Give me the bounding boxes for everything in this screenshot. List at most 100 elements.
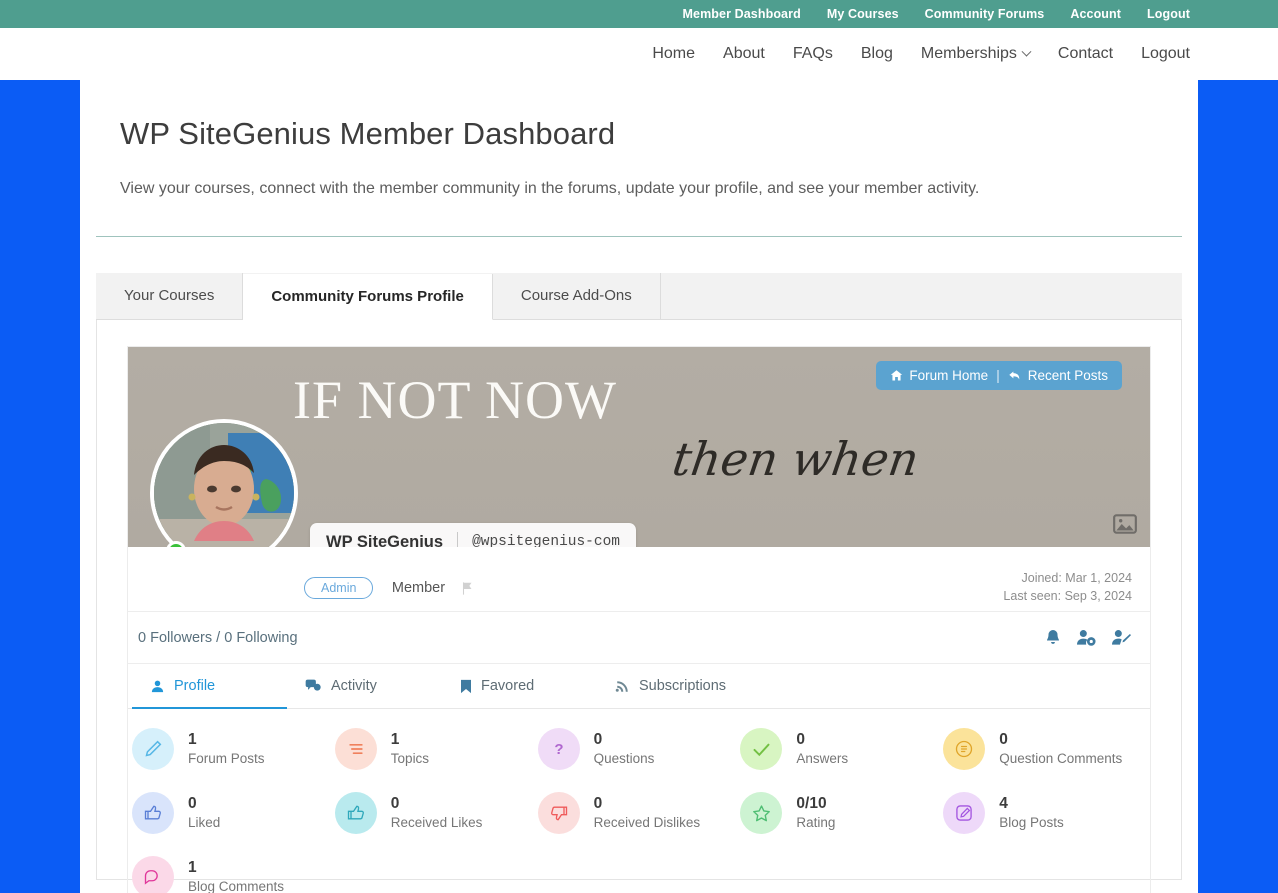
stat-text: 0 Received Dislikes (594, 794, 701, 832)
bell-icon[interactable] (1044, 628, 1062, 647)
profile-subtabs: Profile Activity Favored Subscriptions (128, 664, 1150, 709)
tab-community-forums-profile[interactable]: Community Forums Profile (243, 274, 493, 320)
utility-link-account[interactable]: Account (1070, 7, 1121, 21)
stat-liked: 0 Liked (132, 787, 335, 839)
quick-links-separator: | (996, 368, 1000, 383)
tab-course-add-ons[interactable]: Course Add-Ons (492, 273, 661, 319)
stat-value: 1 (188, 859, 197, 876)
stat-label: Blog Posts (999, 815, 1064, 830)
nav-item-memberships[interactable]: Memberships (920, 45, 1032, 63)
stat-text: 4 Blog Posts (999, 794, 1064, 832)
profile-cover-banner: IF NOT NOW then when Forum Home | Recent… (128, 347, 1150, 547)
stat-value: 0 (593, 731, 603, 748)
stat-rating: 0/10 Rating (740, 787, 943, 839)
star-icon (740, 792, 783, 834)
subtab-favored-label: Favored (481, 678, 535, 694)
chat-icon (132, 856, 174, 893)
stat-text: 1 Blog Comments (188, 858, 284, 893)
profile-stats-grid: 1 Forum Posts 1 Topics ? 0 Questions 0 A… (128, 709, 1150, 893)
joined-date: Joined: Mar 1, 2024 (1021, 571, 1133, 585)
role-badge-admin[interactable]: Admin (304, 577, 374, 599)
utility-link-logout[interactable]: Logout (1147, 7, 1190, 21)
content-sheet: WP SiteGenius Member Dashboard View your… (80, 80, 1198, 893)
stat-forum-posts: 1 Forum Posts (132, 723, 335, 775)
stat-text: 1 Topics (391, 730, 429, 768)
stat-questions: ? 0 Questions (537, 723, 741, 775)
stat-label: Blog Comments (188, 879, 285, 893)
stat-value: 0 (593, 795, 603, 812)
nav-item-contact[interactable]: Contact (1058, 45, 1113, 63)
avatar[interactable] (150, 419, 298, 547)
stat-text: 0/10 Rating (796, 794, 835, 832)
nav-item-home[interactable]: Home (652, 45, 695, 63)
stat-label: Received Likes (390, 815, 483, 830)
subtab-favored[interactable]: Favored (442, 664, 597, 709)
stat-text: 0 Received Likes (391, 794, 483, 832)
avatar-wrapper (150, 419, 298, 547)
nav-item-logout[interactable]: Logout (1141, 45, 1190, 63)
stat-label: Question Comments (999, 751, 1123, 766)
subtab-subscriptions-label: Subscriptions (639, 678, 727, 694)
nav-item-faqs[interactable]: FAQs (793, 45, 833, 63)
nav-item-blog[interactable]: Blog (861, 45, 893, 63)
profile-dates: Joined: Mar 1, 2024 Last seen: Sep 3, 20… (1003, 569, 1132, 605)
stat-label: Forum Posts (188, 751, 265, 766)
subtab-activity[interactable]: Activity (287, 664, 442, 709)
stat-value: 0 (999, 731, 1008, 748)
cover-text-primary: IF NOT NOW (293, 370, 617, 430)
avatar-photo (154, 423, 294, 547)
check-icon (740, 728, 783, 770)
forum-home-link[interactable]: Forum Home (890, 368, 988, 383)
stat-text: 1 Forum Posts (188, 730, 265, 768)
image-icon[interactable] (1112, 511, 1138, 537)
user-edit-icon[interactable] (1111, 628, 1132, 647)
utility-link-community-forums[interactable]: Community Forums (925, 7, 1045, 21)
subtab-profile-label: Profile (174, 678, 216, 694)
thumbs-down-icon (537, 792, 580, 834)
svg-text:?: ? (554, 741, 563, 758)
edit-square-icon (943, 792, 986, 834)
tab-filler (660, 273, 1182, 319)
main-navigation: Home About FAQs Blog Memberships Contact… (0, 28, 1278, 80)
nav-item-memberships-label: Memberships (920, 45, 1017, 62)
subtab-profile[interactable]: Profile (132, 664, 287, 709)
pencil-icon (132, 728, 174, 770)
stat-value: 4 (999, 795, 1008, 812)
cover-text-secondary: then when (669, 432, 923, 486)
member-type-label: Member (391, 580, 446, 596)
bookmark-icon (461, 679, 471, 693)
subtab-activity-label: Activity (331, 678, 377, 694)
stat-value: 0/10 (796, 795, 827, 812)
tab-panel-community-forums-profile: IF NOT NOW then when Forum Home | Recent… (96, 320, 1182, 893)
followers-row: 0 Followers / 0 Following (128, 612, 1150, 664)
thumbs-up-icon (334, 792, 377, 834)
profile-display-name: WP SiteGenius (326, 532, 444, 548)
stat-label: Rating (796, 815, 836, 830)
stat-label: Questions (593, 751, 655, 766)
stat-value: 0 (188, 795, 197, 812)
utility-link-member-dashboard[interactable]: Member Dashboard (683, 7, 801, 21)
nav-item-about[interactable]: About (723, 45, 765, 63)
header-divider (96, 236, 1182, 237)
page-title: WP SiteGenius Member Dashboard (120, 116, 616, 151)
stat-text: 0 Questions (594, 730, 655, 768)
user-gear-icon[interactable] (1076, 628, 1097, 647)
followers-count[interactable]: 0 Followers / 0 Following (138, 630, 298, 646)
thumbs-up-icon (132, 792, 174, 834)
reply-arrow-icon (1009, 371, 1019, 380)
recent-posts-label: Recent Posts (1027, 368, 1108, 383)
recent-posts-link[interactable]: Recent Posts (1008, 368, 1108, 383)
tab-your-courses[interactable]: Your Courses (96, 273, 244, 319)
profile-handle: @wpsitegenius-com (472, 534, 620, 547)
stat-received-dislikes: 0 Received Dislikes (537, 787, 741, 839)
subtab-subscriptions[interactable]: Subscriptions (597, 664, 752, 709)
forum-profile-card: IF NOT NOW then when Forum Home | Recent… (127, 346, 1151, 893)
utility-bar: Member Dashboard My Courses Community Fo… (0, 0, 1278, 28)
utility-link-my-courses[interactable]: My Courses (827, 7, 899, 21)
stat-label: Received Dislikes (593, 815, 701, 830)
forum-quick-links: Forum Home | Recent Posts (876, 361, 1122, 390)
document-icon (943, 728, 986, 770)
profile-name-badge: WP SiteGenius @wpsitegenius-com (310, 523, 636, 547)
name-badge-divider (457, 532, 459, 547)
forum-home-label: Forum Home (909, 368, 989, 383)
